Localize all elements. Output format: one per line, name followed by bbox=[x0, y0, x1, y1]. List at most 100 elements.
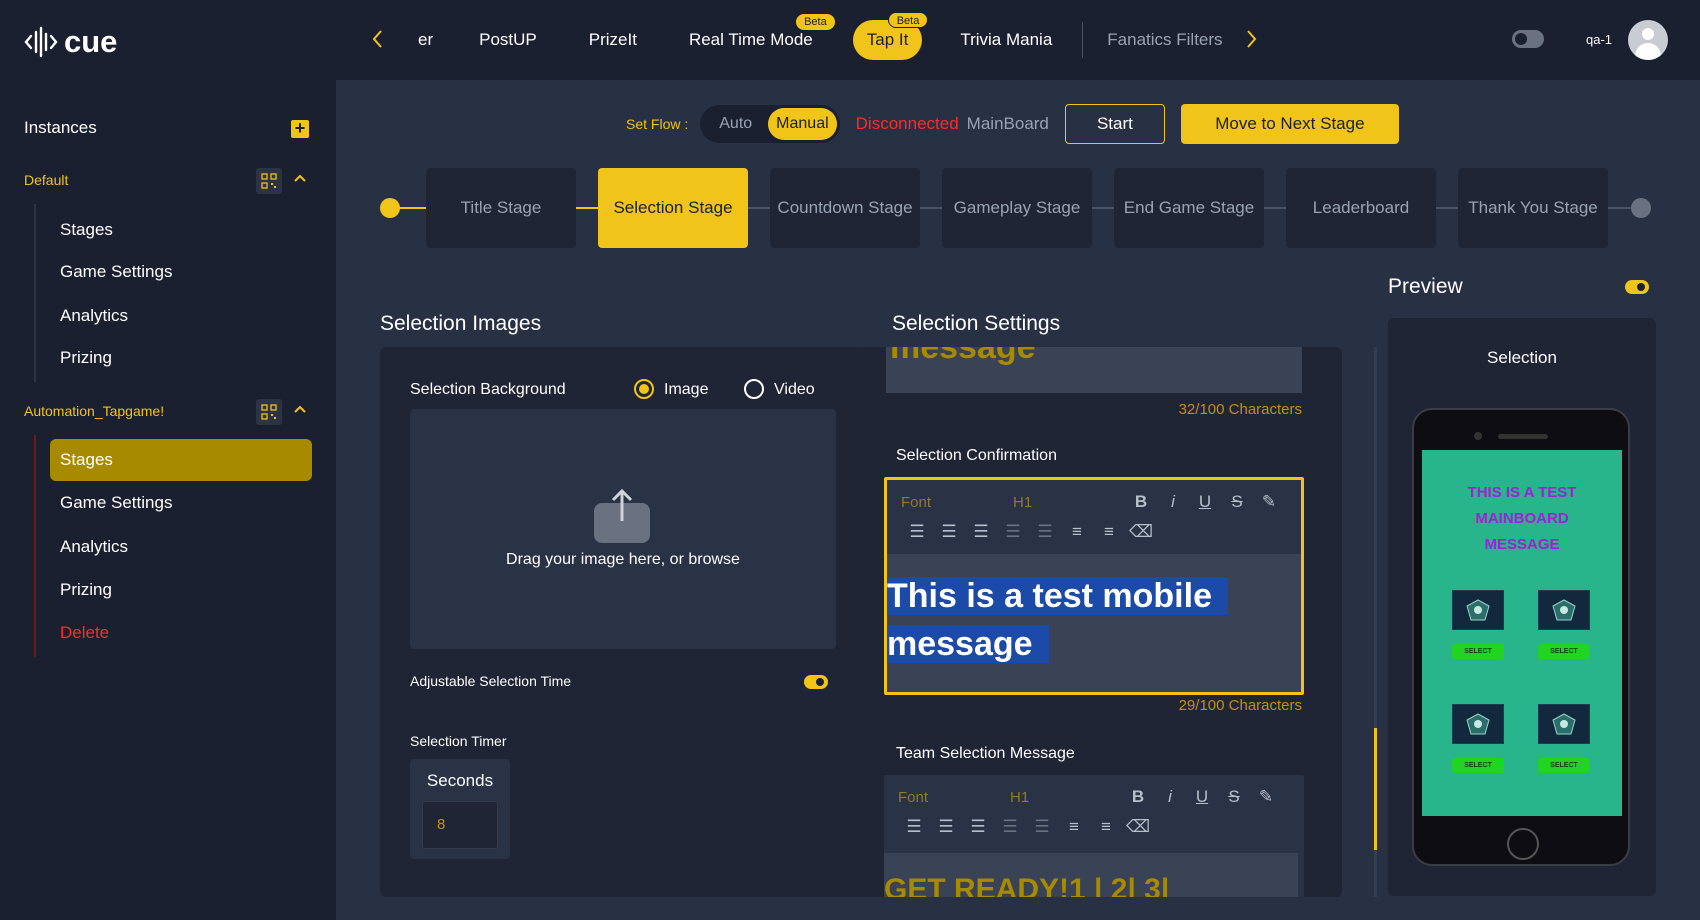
sidebar-item-stages[interactable]: Stages bbox=[60, 220, 113, 240]
select-button[interactable]: SELECT bbox=[1538, 758, 1590, 773]
tabs-next-arrow-icon[interactable] bbox=[1245, 28, 1259, 50]
bullet-list-icon[interactable]: ≡ bbox=[1090, 817, 1122, 837]
stage-thank-you[interactable]: Thank You Stage bbox=[1458, 168, 1608, 248]
sidebar-item-analytics[interactable]: Analytics bbox=[60, 306, 128, 326]
avatar[interactable] bbox=[1628, 20, 1668, 60]
outdent-icon[interactable]: ☰ bbox=[994, 817, 1026, 837]
stage-stepper: Title Stage Selection Stage Countdown St… bbox=[380, 168, 1651, 248]
seconds-input[interactable]: 8 bbox=[422, 801, 498, 849]
font-select[interactable]: Font bbox=[901, 494, 1013, 511]
indent-icon[interactable]: ☰ bbox=[1029, 522, 1061, 542]
sidebar-item-analytics[interactable]: Analytics bbox=[60, 537, 128, 557]
radio-video[interactable] bbox=[744, 379, 764, 399]
align-center-icon[interactable]: ☰ bbox=[930, 817, 962, 837]
tab-fanatics-filters[interactable]: Fanatics Filters bbox=[1091, 18, 1238, 62]
team-image bbox=[1452, 704, 1504, 744]
strikethrough-icon[interactable]: S bbox=[1221, 492, 1253, 512]
group-title-automation[interactable]: Automation_Tapgame! bbox=[24, 403, 164, 419]
heading-select[interactable]: H1 bbox=[1010, 789, 1122, 806]
team-logo-icon bbox=[1552, 713, 1576, 735]
stage-selection[interactable]: Selection Stage bbox=[598, 168, 748, 248]
sidebar-item-delete[interactable]: Delete bbox=[60, 623, 109, 643]
start-button[interactable]: Start bbox=[1064, 104, 1165, 144]
align-center-icon[interactable]: ☰ bbox=[933, 522, 965, 542]
sidebar-item-stages-active[interactable]: Stages bbox=[50, 439, 312, 481]
outdent-icon[interactable]: ☰ bbox=[997, 522, 1029, 542]
align-right-icon[interactable]: ☰ bbox=[965, 522, 997, 542]
confirmation-content[interactable]: This is a test mobile message bbox=[887, 554, 1301, 692]
theme-toggle-icon[interactable] bbox=[1512, 30, 1544, 48]
top-bar: cue er PostUP PrizeIt Real Time Mode Bet… bbox=[0, 0, 1700, 80]
highlight-icon[interactable]: ✎ bbox=[1253, 492, 1285, 512]
align-right-icon[interactable]: ☰ bbox=[962, 817, 994, 837]
strikethrough-icon[interactable]: S bbox=[1218, 787, 1250, 807]
collapse-chevron-icon[interactable] bbox=[294, 403, 306, 415]
heading-select[interactable]: H1 bbox=[1013, 494, 1125, 511]
qr-code-icon[interactable] bbox=[256, 168, 282, 194]
selection-confirmation-editor[interactable]: Font H1 B i U S ✎ ☰ ☰ ☰ ☰ ☰ ≡ ≡ ⌫ This i… bbox=[884, 477, 1304, 695]
sidebar-item-game-settings[interactable]: Game Settings bbox=[60, 493, 172, 513]
indent-icon[interactable]: ☰ bbox=[1026, 817, 1058, 837]
team-selection-content[interactable]: GET READY!1 | 2| 3| bbox=[884, 853, 1298, 897]
font-select[interactable]: Font bbox=[898, 789, 1010, 806]
next-stage-button[interactable]: Move to Next Stage bbox=[1180, 104, 1399, 144]
flow-option-auto[interactable]: Auto bbox=[703, 108, 768, 140]
team-selection-label: Team Selection Message bbox=[896, 745, 1075, 762]
qr-code-icon[interactable] bbox=[256, 399, 282, 425]
preview-switch[interactable] bbox=[1625, 280, 1649, 294]
clear-format-icon[interactable]: ⌫ bbox=[1125, 522, 1157, 542]
group-title-default[interactable]: Default bbox=[24, 172, 68, 188]
image-dropzone[interactable]: Drag your image here, or browse bbox=[410, 409, 836, 649]
sidebar-item-prizing[interactable]: Prizing bbox=[60, 580, 112, 600]
tabs-prev-arrow-icon[interactable] bbox=[370, 28, 384, 50]
radio-image[interactable] bbox=[634, 379, 654, 399]
selection-background-label: Selection Background bbox=[410, 381, 566, 398]
underline-icon[interactable]: U bbox=[1189, 492, 1221, 512]
collapse-chevron-icon[interactable] bbox=[294, 172, 306, 184]
add-instance-button[interactable]: + bbox=[291, 119, 309, 138]
ordered-list-icon[interactable]: ≡ bbox=[1058, 817, 1090, 837]
settings-scrollbar-thumb[interactable] bbox=[1374, 728, 1377, 850]
stage-leaderboard[interactable]: Leaderboard bbox=[1286, 168, 1436, 248]
align-left-icon[interactable]: ☰ bbox=[901, 522, 933, 542]
phone-camera bbox=[1474, 432, 1482, 440]
tab-postup[interactable]: PostUP bbox=[453, 18, 563, 62]
tab-prizeit[interactable]: PrizeIt bbox=[563, 18, 663, 62]
tab-er[interactable]: er bbox=[398, 18, 453, 62]
stage-title[interactable]: Title Stage bbox=[426, 168, 576, 248]
team-selection-editor[interactable]: Font H1 B i U S ✎ ☰ ☰ ☰ ☰ ☰ ≡ ≡ ⌫ GET RE… bbox=[884, 775, 1304, 897]
italic-icon[interactable]: i bbox=[1157, 492, 1189, 512]
flow-bar: Set Flow : Auto Manual Disconnected Main… bbox=[626, 104, 1399, 144]
tab-real-time-mode[interactable]: Real Time Mode Beta bbox=[663, 14, 839, 62]
prev-editor-content[interactable]: message bbox=[886, 347, 1302, 393]
select-button[interactable]: SELECT bbox=[1538, 644, 1590, 659]
stage-gameplay[interactable]: Gameplay Stage bbox=[942, 168, 1092, 248]
flow-option-manual[interactable]: Manual bbox=[768, 108, 837, 140]
stage-end-game[interactable]: End Game Stage bbox=[1114, 168, 1264, 248]
set-flow-label: Set Flow : bbox=[626, 116, 689, 132]
bullet-list-icon[interactable]: ≡ bbox=[1093, 522, 1125, 542]
italic-icon[interactable]: i bbox=[1154, 787, 1186, 807]
logo-mark-icon bbox=[24, 26, 58, 58]
sidebar-item-prizing[interactable]: Prizing bbox=[60, 348, 112, 368]
bold-icon[interactable]: B bbox=[1122, 787, 1154, 807]
underline-icon[interactable]: U bbox=[1186, 787, 1218, 807]
sidebar-item-game-settings[interactable]: Game Settings bbox=[60, 262, 172, 282]
align-left-icon[interactable]: ☰ bbox=[898, 817, 930, 837]
preview-title: Preview bbox=[1388, 275, 1463, 298]
select-button[interactable]: SELECT bbox=[1452, 758, 1504, 773]
clear-format-icon[interactable]: ⌫ bbox=[1122, 817, 1154, 837]
tab-trivia-mania[interactable]: Trivia Mania bbox=[936, 18, 1074, 62]
avatar-head bbox=[1642, 28, 1654, 40]
adjustable-time-switch[interactable] bbox=[804, 675, 828, 689]
char-count: 29/100 Characters bbox=[1178, 697, 1302, 714]
select-button[interactable]: SELECT bbox=[1452, 644, 1504, 659]
stage-countdown[interactable]: Countdown Stage bbox=[770, 168, 920, 248]
logo[interactable]: cue bbox=[24, 24, 117, 60]
tab-tap-it[interactable]: Tap It Beta bbox=[852, 12, 929, 60]
ordered-list-icon[interactable]: ≡ bbox=[1061, 522, 1093, 542]
stepper-start-dot bbox=[380, 198, 400, 218]
highlight-icon[interactable]: ✎ bbox=[1250, 787, 1282, 807]
bold-icon[interactable]: B bbox=[1125, 492, 1157, 512]
radio-video-label: Video bbox=[774, 381, 815, 398]
